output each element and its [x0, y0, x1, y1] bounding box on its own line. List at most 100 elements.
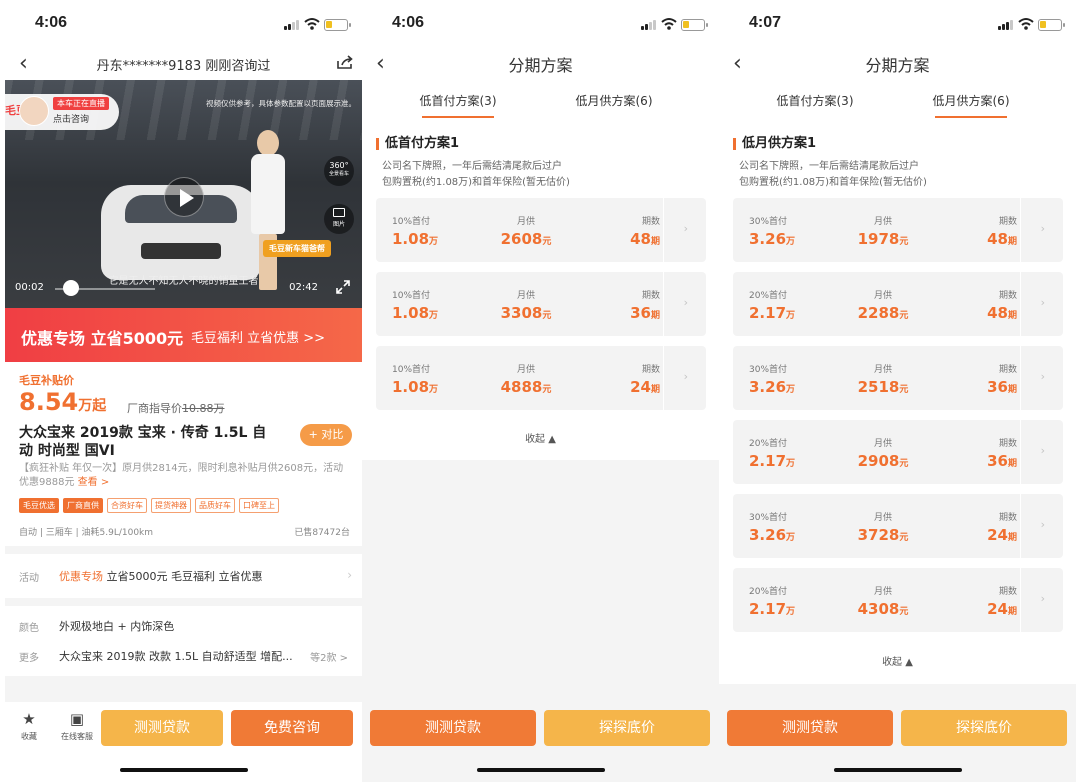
- monthly-payment: 月供 3308元: [486, 288, 566, 322]
- loan-estimate-button[interactable]: 测测贷款: [101, 710, 223, 746]
- promo-banner[interactable]: 优惠专场 立省5000元 毛豆福利 立省优惠 >>: [5, 308, 362, 362]
- plan-card[interactable]: 20%首付 2.17万 月供 2908元 期数 36期 ›: [733, 420, 1063, 484]
- live-badge[interactable]: 毛豆 本车正在直播 点击咨询: [5, 94, 119, 130]
- more-variants-row[interactable]: 更多 大众宝来 2019款 改款 1.5L 自动舒适型 增配... 等2款 >: [5, 641, 362, 671]
- divider: [5, 676, 362, 702]
- play-icon[interactable]: [164, 177, 204, 217]
- guide-price: 厂商指导价10.88万: [127, 400, 225, 416]
- color-row[interactable]: 颜色 外观极地白 + 内饰深色: [5, 611, 362, 641]
- chevron-right-icon: ›: [683, 296, 688, 309]
- term-unit: 期: [1007, 459, 1017, 469]
- term-label: 期数: [641, 217, 660, 227]
- down-number: 1.08: [392, 304, 430, 322]
- term-number: 36: [630, 304, 651, 322]
- plan-card[interactable]: 10%首付 1.08万 月供 3308元 期数 36期 ›: [376, 272, 706, 336]
- customer-service-label: 在线客服: [61, 732, 93, 741]
- video-progress-handle[interactable]: [63, 280, 79, 296]
- down-value: 1.08万: [392, 230, 452, 248]
- compare-button[interactable]: + 对比: [300, 424, 352, 446]
- term-number: 36: [987, 378, 1008, 396]
- monthly-number: 2518: [857, 378, 900, 396]
- down-payment: 10%首付 1.08万: [392, 214, 452, 248]
- plan-card[interactable]: 30%首付 3.26万 月供 3728元 期数 24期 ›: [733, 494, 1063, 558]
- customer-service-button[interactable]: ▣ 在线客服: [55, 710, 99, 742]
- favorite-button[interactable]: ★ 收藏: [9, 710, 49, 742]
- share-icon[interactable]: [336, 54, 354, 70]
- card-divider: [663, 198, 664, 262]
- term: 期数 36期: [957, 436, 1017, 470]
- tab-low-monthly[interactable]: 低月供方案(6): [911, 92, 1031, 118]
- down-unit: 万: [429, 385, 439, 395]
- plan-card[interactable]: 30%首付 3.26万 月供 2518元 期数 36期 ›: [733, 346, 1063, 410]
- monthly-payment: 月供 3728元: [843, 510, 923, 544]
- view-360-button[interactable]: 360° 全景看车: [324, 156, 354, 186]
- tag: 厂商直供: [63, 498, 103, 513]
- status-bar: 4:07: [719, 0, 1076, 46]
- down-unit: 万: [786, 237, 796, 247]
- subsidy-description: 【疯狂补贴 年仅一次】原月供2814元，限时利息补贴月供2608元，活动优惠98…: [19, 462, 349, 490]
- price-unit: 万起: [78, 398, 107, 414]
- term-unit: 期: [1007, 311, 1017, 321]
- plan-card[interactable]: 10%首付 1.08万 月供 2608元 期数 48期 ›: [376, 198, 706, 262]
- collapse-button[interactable]: 收起 ▲: [362, 430, 719, 445]
- free-consult-button[interactable]: 免费咨询: [231, 710, 353, 746]
- status-time: 4:06: [392, 14, 425, 31]
- down-label: 30%首付: [749, 513, 788, 523]
- monthly-value: 3728元: [843, 526, 923, 544]
- down-unit: 万: [429, 237, 439, 247]
- down-unit: 万: [786, 607, 796, 617]
- chevron-right-icon: ›: [1040, 296, 1045, 309]
- video-duration: 02:42: [289, 282, 318, 293]
- subsidy-label: 毛豆补贴价: [19, 374, 74, 387]
- down-value: 3.26万: [749, 230, 809, 248]
- price-inquiry-button[interactable]: 探探底价: [544, 710, 710, 746]
- consult-link[interactable]: 点击咨询: [53, 112, 109, 125]
- tab-low-monthly[interactable]: 低月供方案(6): [554, 92, 674, 109]
- plan-card[interactable]: 10%首付 1.08万 月供 4888元 期数 24期 ›: [376, 346, 706, 410]
- tag-list: 毛豆优选 厂商直供 合资好车 提货神器 品质好车 口碑至上: [19, 498, 279, 513]
- monthly-unit: 元: [899, 385, 909, 395]
- tag: 品质好车: [195, 498, 235, 513]
- price-value: 8.54: [19, 388, 79, 416]
- term-unit: 期: [1007, 385, 1017, 395]
- fullscreen-icon[interactable]: [336, 280, 350, 294]
- more-extra[interactable]: 等2款 >: [310, 649, 348, 664]
- activity-row[interactable]: 活动 优惠专场 立省5000元 毛豆福利 立省优惠 ›: [5, 561, 362, 591]
- monthly-unit: 元: [899, 311, 909, 321]
- status-bar: 4:06: [362, 0, 719, 46]
- down-label: 20%首付: [749, 439, 788, 449]
- chevron-right-icon: ›: [1040, 444, 1045, 457]
- sold-count: 已售87472台: [294, 528, 350, 538]
- down-payment: 10%首付 1.08万: [392, 288, 452, 322]
- down-number: 1.08: [392, 230, 430, 248]
- plan-card[interactable]: 30%首付 3.26万 月供 1978元 期数 48期 ›: [733, 198, 1063, 262]
- wifi-icon: [1018, 18, 1034, 30]
- term-number: 36: [987, 452, 1008, 470]
- collapse-button[interactable]: 收起 ▲: [719, 653, 1076, 668]
- tab-low-down-payment[interactable]: 低首付方案(3): [755, 92, 875, 109]
- loan-estimate-button[interactable]: 测测贷款: [370, 710, 536, 746]
- loan-estimate-button[interactable]: 测测贷款: [727, 710, 893, 746]
- plan-card[interactable]: 20%首付 2.17万 月供 2288元 期数 48期 ›: [733, 272, 1063, 336]
- down-number: 3.26: [749, 378, 787, 396]
- tab-low-down-payment[interactable]: 低首付方案(3): [398, 92, 518, 118]
- term-value: 24期: [957, 526, 1017, 544]
- term-unit: 期: [650, 237, 660, 247]
- bottom-action-bar: ★ 收藏 ▣ 在线客服 测测贷款 免费咨询: [5, 702, 362, 782]
- video-player[interactable]: 毛豆 本车正在直播 点击咨询 视频仅供参考，具体参数配置以页面展示准。 360°…: [5, 80, 362, 308]
- plan-desc-line: 公司名下牌照，一年后需结清尾款后过户: [382, 161, 562, 172]
- video-current-time: 00:02: [15, 282, 44, 293]
- down-payment: 30%首付 3.26万: [749, 362, 809, 396]
- down-label: 10%首付: [392, 365, 431, 375]
- home-indicator: [476, 768, 605, 772]
- view-more-link[interactable]: 查看 >: [78, 477, 110, 488]
- down-value: 1.08万: [392, 378, 452, 396]
- promo-link[interactable]: 毛豆福利 立省优惠 >>: [191, 327, 325, 346]
- plan-list: 30%首付 3.26万 月供 1978元 期数 48期 › 20%首付 2.17万 月供…: [719, 198, 1076, 684]
- price-inquiry-button[interactable]: 探探底价: [901, 710, 1067, 746]
- photos-button[interactable]: 图片: [324, 204, 354, 234]
- monthly-payment: 月供 2288元: [843, 288, 923, 322]
- divider: [5, 546, 362, 554]
- down-value: 2.17万: [749, 600, 809, 618]
- plan-card[interactable]: 20%首付 2.17万 月供 4308元 期数 24期 ›: [733, 568, 1063, 632]
